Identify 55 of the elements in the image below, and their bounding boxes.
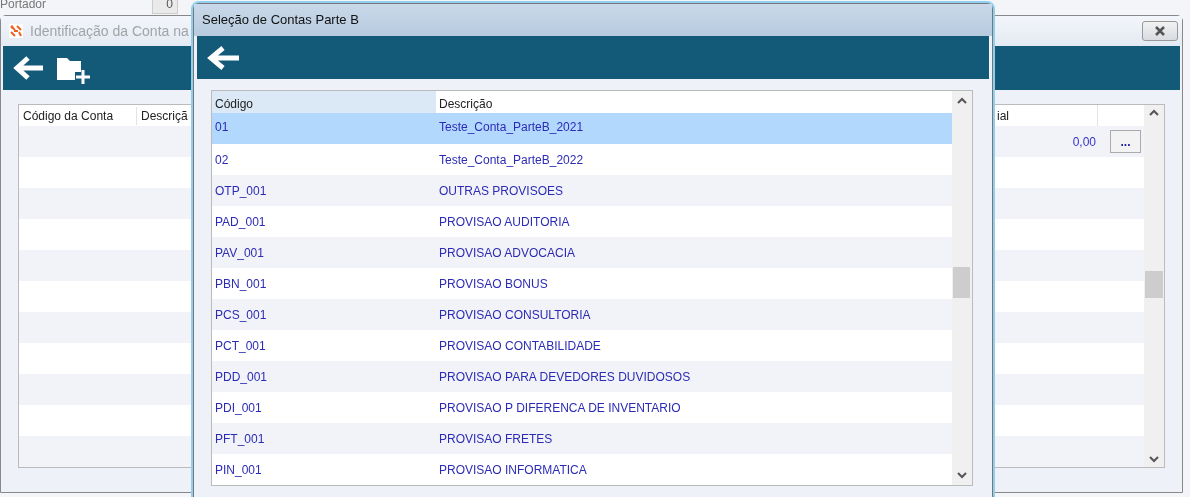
table-cell-text: PDD_001 xyxy=(214,368,269,386)
close-icon xyxy=(1154,26,1166,36)
table-row[interactable]: PIN_001 PROVISAO INFORMATICA xyxy=(212,454,952,485)
close-button[interactable] xyxy=(1142,21,1178,41)
table-cell-text: PAV_001 xyxy=(214,244,265,262)
table-cell-text: 01 xyxy=(214,119,230,136)
table-cell-text: PBN_001 xyxy=(214,275,268,293)
table-cell-text: PROVISAO P DIFERENCA DE INVENTARIO xyxy=(438,399,681,417)
table-row[interactable]: 02 Teste_Conta_ParteB_2022 xyxy=(212,144,952,175)
table-cell-text: PROVISAO FRETES xyxy=(438,430,553,448)
table-cell-text: PDI_001 xyxy=(214,399,263,417)
column-header: Código xyxy=(212,91,436,113)
table-cell-text: OTP_001 xyxy=(214,182,268,200)
scrollbar-thumb[interactable] xyxy=(953,267,970,298)
table-row[interactable]: PCT_001 PROVISAO CONTABILIDADE xyxy=(212,330,952,361)
column-header: ial xyxy=(997,107,1010,125)
window-title: Seleção de Contas Parte B xyxy=(202,11,359,30)
column-header: Código da Conta xyxy=(19,106,137,125)
table-cell-text: PROVISAO BONUS xyxy=(438,275,548,293)
table-cell-text: PAD_001 xyxy=(214,213,267,231)
table-row[interactable]: 01 Teste_Conta_ParteB_2021 xyxy=(212,113,952,144)
scrollbar[interactable] xyxy=(952,91,972,485)
table-cell-text: 0,00 xyxy=(1072,133,1096,151)
ellipsis-button[interactable]: ... xyxy=(1110,130,1141,153)
table-cell-text: PROVISAO CONTABILIDADE xyxy=(438,337,601,355)
table-cell-text: OUTRAS PROVISOES xyxy=(438,182,564,200)
table-cell-text: PROVISAO INFORMATICA xyxy=(438,461,587,479)
table-cell-text: PROVISAO CONSULTORIA xyxy=(438,306,591,324)
scroll-down-icon[interactable] xyxy=(1149,456,1159,463)
table-cell-text: PIN_001 xyxy=(214,461,263,479)
table-cell-text: PROVISAO AUDITORIA xyxy=(438,213,570,231)
table-cell-text: PCT_001 xyxy=(214,337,267,355)
column-header: Descriçã xyxy=(140,107,189,125)
window-title: Identificação da Conta na xyxy=(30,21,189,41)
table-cell-text: PROVISAO ADVOCACIA xyxy=(438,244,576,262)
back-arrow-icon[interactable] xyxy=(13,55,45,81)
number-field[interactable]: 0 xyxy=(152,0,178,14)
scroll-up-icon[interactable] xyxy=(1149,109,1159,116)
table-row[interactable]: PAD_001 PROVISAO AUDITORIA xyxy=(212,206,952,237)
table-cell-text: PROVISAO PARA DEVEDORES DUVIDOSOS xyxy=(438,368,691,386)
app-icon xyxy=(9,24,23,38)
table-cell-text: PFT_001 xyxy=(214,430,266,448)
table-cell-text: 02 xyxy=(214,151,230,169)
back-arrow-icon[interactable] xyxy=(207,44,241,71)
table-row[interactable]: PDI_001 PROVISAO P DIFERENCA DE INVENTARIO xyxy=(212,392,952,423)
column-header: Descrição xyxy=(438,96,494,113)
scroll-down-icon[interactable] xyxy=(957,472,967,479)
table-cell-text: Teste_Conta_ParteB_2022 xyxy=(438,151,584,169)
table-row[interactable]: PBN_001 PROVISAO BONUS xyxy=(212,268,952,299)
field-label: Portador xyxy=(0,0,48,13)
table-cell-text: Teste_Conta_ParteB_2021 xyxy=(438,119,584,136)
scrollbar-thumb[interactable] xyxy=(1145,271,1163,298)
table-cell-text: PCS_001 xyxy=(214,306,268,324)
scrollbar[interactable] xyxy=(1144,105,1164,467)
scroll-up-icon[interactable] xyxy=(957,97,967,104)
